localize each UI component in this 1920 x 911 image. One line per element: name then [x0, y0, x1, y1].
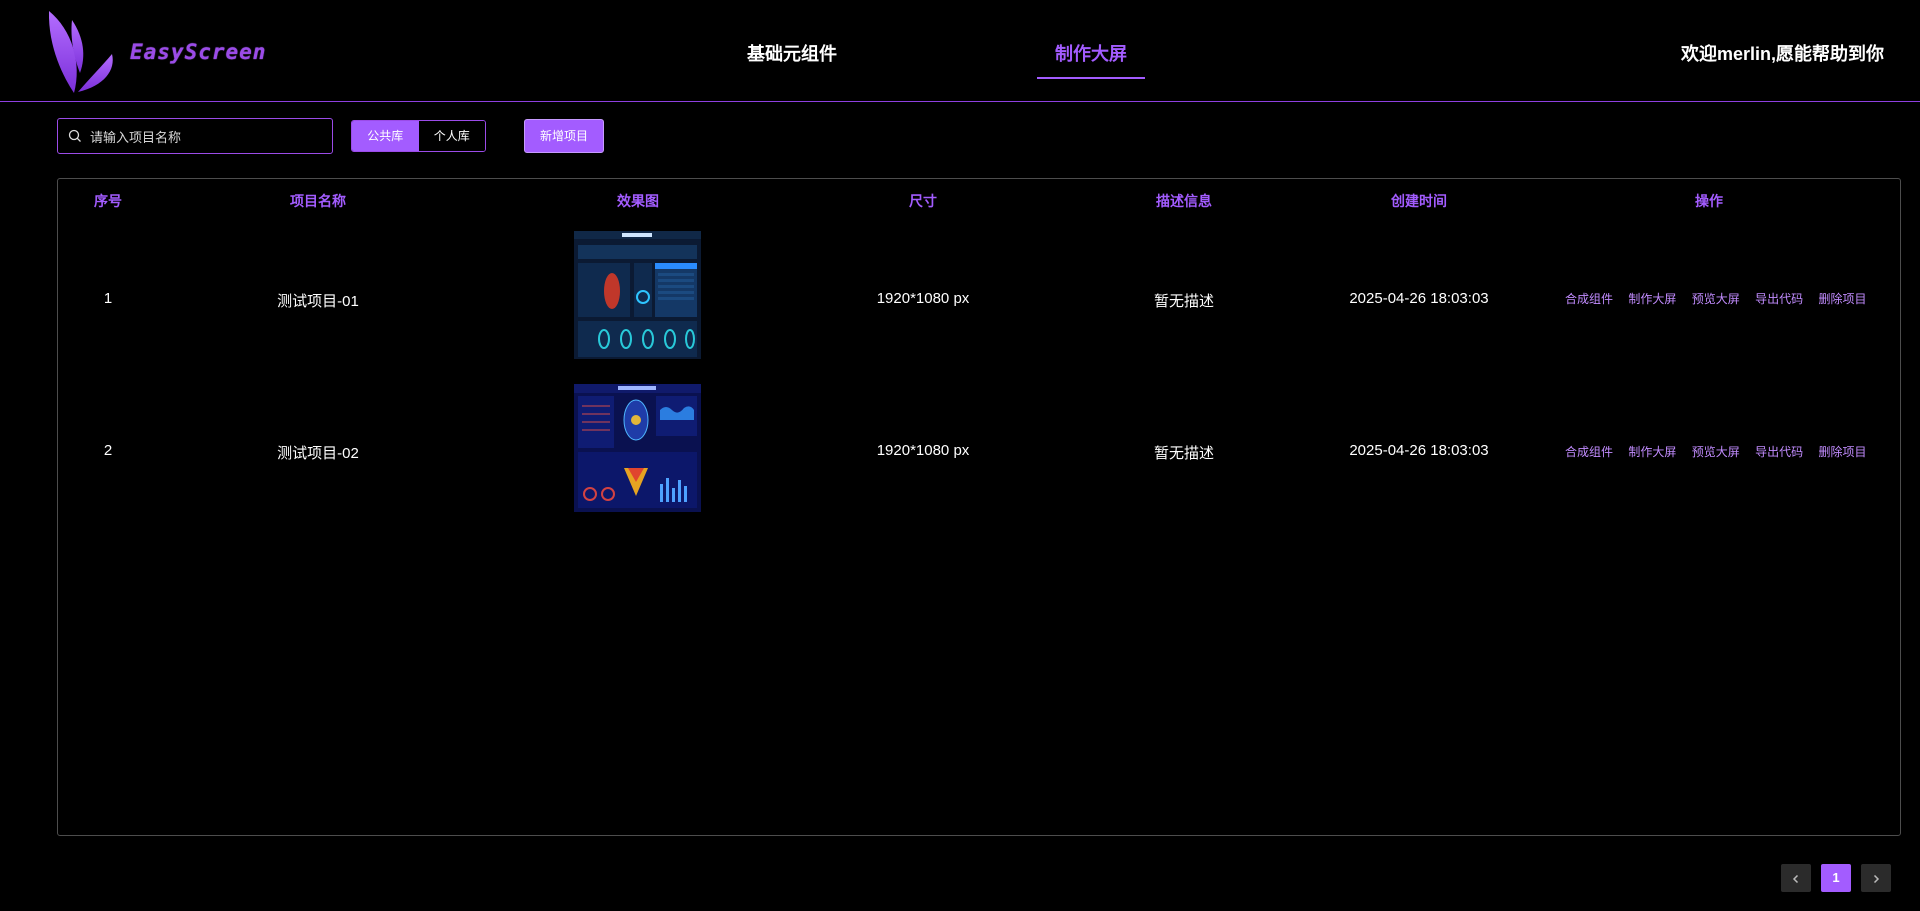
row-index: 2 — [103, 442, 113, 459]
app-header: EasyScreen 基础元组件 制作大屏 欢迎merlin,愿能帮助到你 — [0, 0, 1920, 102]
make-screen-link[interactable]: 制作大屏 — [1628, 445, 1676, 459]
column-header-index: 序号 — [94, 193, 122, 209]
project-thumbnail[interactable] — [574, 231, 701, 359]
column-header-actions: 操作 — [1695, 193, 1723, 209]
page-number-current[interactable]: 1 — [1821, 864, 1851, 892]
row-created-time: 2025-04-26 18:03:03 — [1349, 442, 1489, 459]
row-actions: 合成组件 制作大屏 预览大屏 导出代码 删除项目 — [1565, 443, 1878, 460]
nav-active-indicator — [1037, 77, 1145, 79]
chevron-left-icon — [1792, 874, 1799, 883]
export-code-link[interactable]: 导出代码 — [1755, 445, 1803, 459]
row-description: 暂无描述 — [1153, 445, 1214, 462]
library-switch: 公共库 个人库 — [351, 120, 486, 152]
delete-project-link[interactable]: 删除项目 — [1818, 445, 1866, 459]
project-thumbnail[interactable] — [574, 384, 701, 512]
row-actions: 合成组件 制作大屏 预览大屏 导出代码 删除项目 — [1565, 290, 1878, 307]
row-description: 暂无描述 — [1153, 293, 1214, 310]
nav-basic-components[interactable]: 基础元组件 — [736, 40, 848, 66]
row-size: 1920*1080 px — [876, 290, 970, 307]
row-size: 1920*1080 px — [876, 442, 970, 459]
welcome-message: 欢迎merlin,愿能帮助到你 — [1680, 44, 1884, 64]
tab-personal-library[interactable]: 个人库 — [418, 121, 485, 151]
make-screen-link[interactable]: 制作大屏 — [1628, 292, 1676, 306]
column-header-name: 项目名称 — [290, 193, 346, 209]
tab-public-library[interactable]: 公共库 — [352, 121, 419, 151]
preview-screen-link[interactable]: 预览大屏 — [1692, 292, 1740, 306]
column-header-preview: 效果图 — [617, 193, 659, 209]
search-input[interactable] — [88, 119, 328, 155]
new-project-button[interactable]: 新增项目 — [524, 119, 604, 153]
main-nav: 基础元组件 制作大屏 — [0, 0, 1920, 101]
row-index: 1 — [103, 290, 113, 307]
prev-page-button[interactable] — [1781, 864, 1811, 892]
search-box[interactable] — [57, 118, 333, 155]
column-header-created: 创建时间 — [1391, 193, 1447, 209]
column-header-description: 描述信息 — [1156, 193, 1212, 209]
next-page-button[interactable] — [1861, 864, 1891, 892]
chevron-right-icon — [1873, 874, 1880, 883]
search-icon — [68, 129, 81, 142]
row-project-name: 测试项目-02 — [277, 445, 359, 462]
row-created-time: 2025-04-26 18:03:03 — [1349, 290, 1489, 307]
project-table — [57, 178, 1901, 836]
nav-make-screen[interactable]: 制作大屏 — [1037, 40, 1145, 66]
export-code-link[interactable]: 导出代码 — [1755, 292, 1803, 306]
compose-component-link[interactable]: 合成组件 — [1565, 292, 1613, 306]
column-header-size: 尺寸 — [909, 193, 937, 209]
compose-component-link[interactable]: 合成组件 — [1565, 445, 1613, 459]
delete-project-link[interactable]: 删除项目 — [1818, 292, 1866, 306]
row-project-name: 测试项目-01 — [277, 293, 359, 310]
preview-screen-link[interactable]: 预览大屏 — [1692, 445, 1740, 459]
